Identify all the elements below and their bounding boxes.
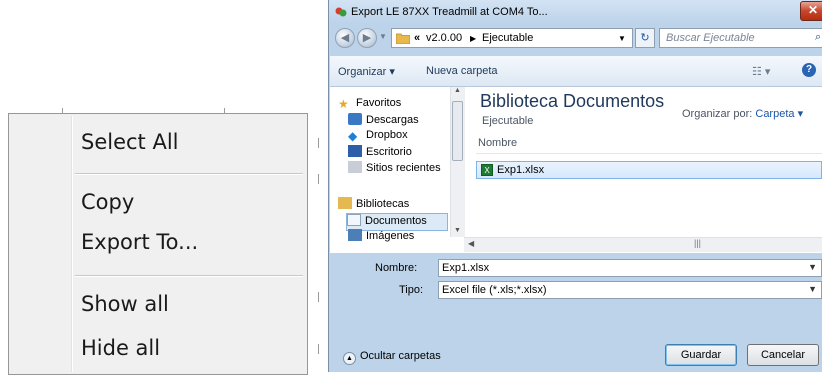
navigation-bar: ◀ ▶ ▼ « v2.0.00 ▶ Ejecutable ▼ ↻ Buscar … [329, 26, 822, 52]
nav-item-label: Bibliotecas [356, 198, 410, 210]
nav-item-escritorio[interactable]: Escritorio [348, 145, 412, 161]
help-icon[interactable]: ? [802, 63, 816, 77]
nav-item-label: Favoritos [356, 97, 402, 109]
pictures-icon [348, 229, 362, 241]
nav-item-label: Descargas [366, 114, 419, 126]
app-icon [335, 7, 347, 17]
nav-item-sitios-recientes[interactable]: Sitios recientes [348, 161, 441, 177]
nav-item-label: Escritorio [366, 146, 412, 158]
recent-pages-icon[interactable]: ▼ [379, 32, 387, 41]
cancel-button[interactable]: Cancelar [747, 344, 819, 366]
file-name-label: Nombre: [375, 262, 418, 274]
breadcrumb-separator-icon[interactable]: ▶ [470, 34, 476, 43]
nav-item-descargas[interactable]: Descargas [348, 113, 419, 129]
new-folder-button[interactable]: Nueva carpeta [426, 65, 498, 77]
file-name-value: Exp1.xlsx [442, 262, 490, 274]
address-bar[interactable]: « v2.0.00 ▶ Ejecutable ▼ [391, 28, 633, 48]
arrange-by: Organizar por: Carpeta ▾ [682, 107, 803, 120]
nav-item-label: Documentos [365, 215, 427, 227]
nav-item-label: Imágenes [366, 230, 415, 242]
menu-item-hide-all[interactable]: Hide all [81, 336, 160, 360]
navigation-pane: ★ Favoritos Descargas ◆ Dropbox Escritorio… [330, 87, 448, 242]
back-button[interactable]: ◀ [335, 28, 355, 48]
nav-pane-scrollbar[interactable]: ▲ ▼ [450, 87, 465, 237]
collapse-icon: ▲ [343, 352, 356, 365]
excel-file-icon: X [481, 164, 493, 176]
browser-panel: ★ Favoritos Descargas ◆ Dropbox Escritorio… [330, 87, 822, 253]
scrollbar-thumb[interactable] [452, 101, 463, 161]
file-row[interactable]: X Exp1.xlsx [476, 161, 822, 179]
close-button[interactable]: ✕ [800, 1, 822, 21]
arrange-by-dropdown[interactable]: Carpeta ▾ [755, 108, 803, 120]
breadcrumb-ejecutable[interactable]: Ejecutable [482, 32, 533, 44]
recent-places-icon [348, 161, 362, 173]
menu-item-copy[interactable]: Copy [81, 190, 134, 214]
menu-separator [75, 173, 303, 175]
file-list-horizontal-scrollbar[interactable]: ◀ ||| [464, 237, 822, 252]
menu-item-show-all[interactable]: Show all [81, 292, 169, 316]
file-type-label: Tipo: [399, 284, 424, 296]
libraries-icon [338, 197, 352, 209]
search-icon[interactable]: ⌕ [815, 31, 821, 44]
search-input[interactable]: Buscar Ejecutable [659, 28, 822, 48]
window-title: Export LE 87XX Treadmill at COM4 To... [351, 6, 548, 18]
star-icon: ★ [338, 97, 349, 111]
nav-item-label: Sitios recientes [366, 162, 441, 174]
nav-item-bibliotecas[interactable]: Bibliotecas [338, 197, 409, 213]
menu-separator [75, 275, 303, 277]
divider [318, 292, 319, 302]
command-bar: Organizar ▾ Nueva carpeta ☷ ▾ ? [330, 56, 822, 87]
menu-item-export-to[interactable]: Export To... [81, 230, 198, 254]
nav-item-dropbox[interactable]: ◆ Dropbox [348, 129, 408, 145]
address-dropdown-icon[interactable]: ▼ [618, 34, 626, 43]
title-bar[interactable]: Export LE 87XX Treadmill at COM4 To... ✕ [329, 0, 822, 24]
desktop-icon [348, 145, 362, 157]
hide-folders-label: Ocultar carpetas [360, 350, 441, 362]
scroll-up-icon[interactable]: ▲ [454, 87, 461, 94]
scroll-down-icon[interactable]: ▼ [454, 227, 461, 234]
nav-item-favoritos[interactable]: ★ Favoritos [338, 97, 401, 113]
folder-icon [396, 33, 410, 44]
file-type-select[interactable]: Excel file (*.xls;*.xlsx) ▼ [438, 281, 822, 299]
nav-item-label: Dropbox [366, 129, 408, 141]
hide-folders-toggle[interactable]: ▲ Ocultar carpetas [343, 350, 441, 365]
menu-icon-gutter [71, 116, 73, 372]
menu-item-select-all[interactable]: Select All [81, 130, 179, 154]
divider [476, 153, 822, 154]
refresh-button[interactable]: ↻ [635, 28, 655, 48]
divider [318, 138, 319, 148]
scroll-left-icon[interactable]: ◀ [468, 239, 474, 248]
organize-button[interactable]: Organizar ▾ [338, 65, 395, 78]
dropbox-icon: ◆ [348, 129, 358, 143]
forward-button[interactable]: ▶ [357, 28, 377, 48]
column-header-name[interactable]: Nombre [478, 137, 517, 149]
divider [318, 344, 319, 354]
library-subtitle[interactable]: Ejecutable [482, 115, 533, 127]
downloads-icon [348, 113, 362, 125]
chevron-down-icon[interactable]: ▼ [808, 284, 817, 294]
context-menu: Select All Copy Export To... Show all Hi… [8, 113, 308, 375]
address-overflow-chevron[interactable]: « [414, 32, 420, 44]
file-name: Exp1.xlsx [497, 164, 545, 176]
breadcrumb-v2[interactable]: v2.0.00 [426, 32, 462, 44]
scrollbar-grip-icon[interactable]: ||| [694, 238, 701, 248]
file-type-value: Excel file (*.xls;*.xlsx) [442, 284, 547, 296]
nav-item-imagenes[interactable]: Imágenes [348, 229, 414, 245]
documents-icon [347, 214, 361, 226]
file-name-input[interactable]: Exp1.xlsx ▼ [438, 259, 822, 277]
library-title: Biblioteca Documentos [480, 91, 665, 111]
view-options-icon[interactable]: ☷ ▾ [752, 65, 770, 78]
divider [318, 174, 319, 184]
export-dialog: Export LE 87XX Treadmill at COM4 To... ✕… [328, 0, 822, 372]
chevron-down-icon[interactable]: ▼ [808, 262, 817, 272]
arrange-by-label: Organizar por: [682, 108, 753, 120]
save-button[interactable]: Guardar [665, 344, 737, 366]
